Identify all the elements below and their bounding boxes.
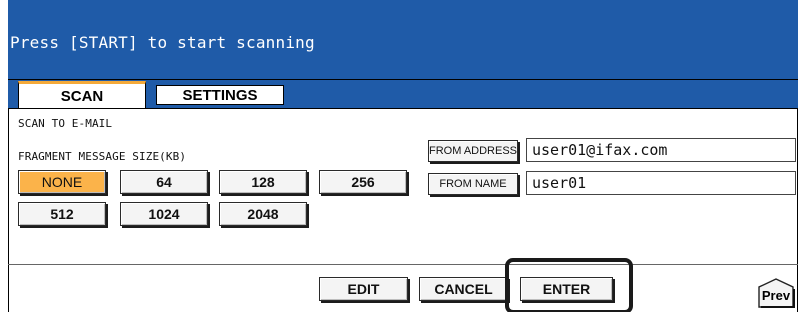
section-title: SCAN TO E-MAIL: [18, 117, 113, 130]
fragment-512-button[interactable]: 512: [18, 202, 106, 226]
cancel-button[interactable]: CANCEL: [419, 277, 508, 301]
from-name-button[interactable]: FROM NAME: [428, 173, 518, 195]
prev-button[interactable]: Prev: [757, 278, 795, 308]
fragment-2048-button[interactable]: 2048: [219, 202, 307, 226]
status-message: Press [START] to start scanning: [10, 33, 315, 52]
prev-label: Prev: [761, 288, 791, 303]
enter-highlight-frame: [505, 258, 633, 312]
fragment-128-button[interactable]: 128: [219, 170, 307, 194]
status-header: Press [START] to start scanning: [8, 0, 798, 80]
scan-panel: Press [START] to start scanning SCAN SET…: [0, 0, 798, 312]
fragment-none-button[interactable]: NONE: [18, 170, 106, 194]
fragment-64-button[interactable]: 64: [120, 170, 208, 194]
footer-divider: [8, 264, 798, 265]
edit-button[interactable]: EDIT: [319, 277, 408, 301]
from-address-field[interactable]: user01@ifax.com: [526, 138, 796, 162]
fragment-256-button[interactable]: 256: [319, 170, 407, 194]
tab-settings[interactable]: SETTINGS: [156, 85, 284, 105]
fragment-1024-button[interactable]: 1024: [120, 202, 208, 226]
from-address-button[interactable]: FROM ADDRESS: [428, 140, 518, 162]
tab-scan[interactable]: SCAN: [18, 81, 146, 108]
tab-bar: SCAN SETTINGS: [8, 80, 798, 108]
fragment-size-label: FRAGMENT MESSAGE SIZE(KB): [18, 150, 187, 163]
from-name-field[interactable]: user01: [526, 171, 796, 195]
